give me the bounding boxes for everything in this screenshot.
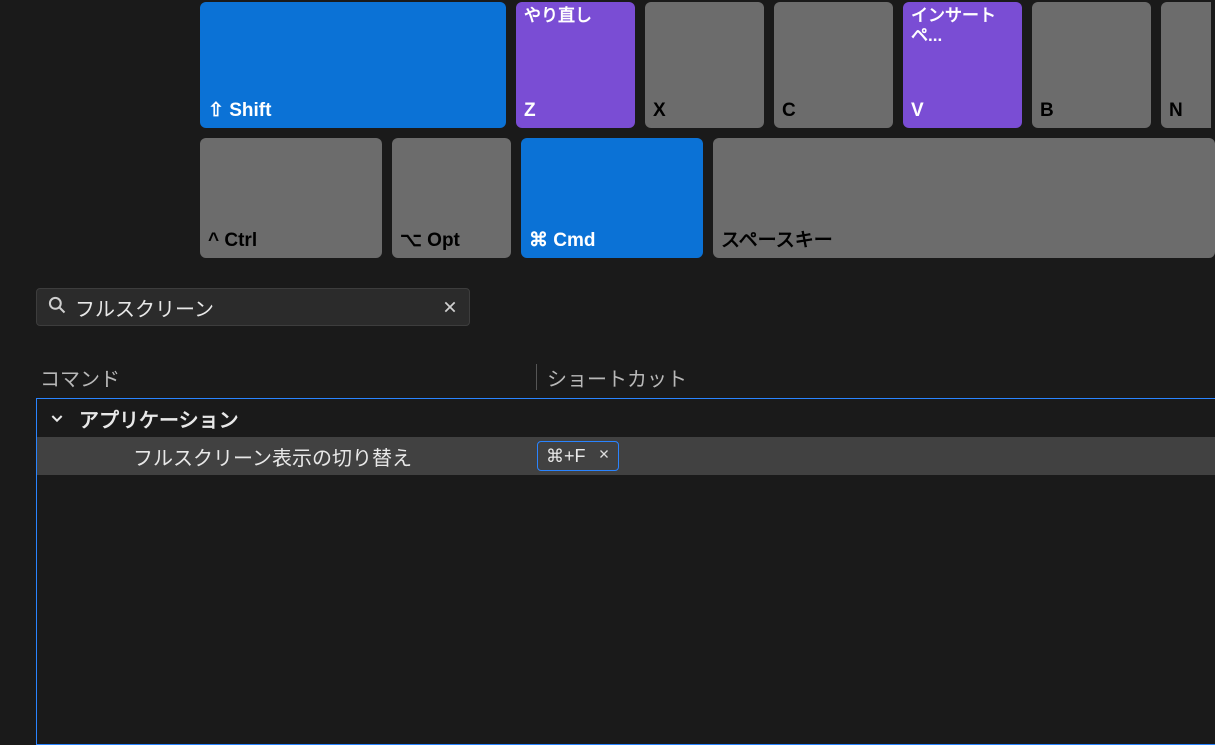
command-name: フルスクリーン表示の切り替え <box>133 442 537 471</box>
key-c[interactable]: C <box>774 2 893 128</box>
keyboard-area: ⇧ Shift やり直し Z X C インサートペ... V B N <box>200 2 1215 268</box>
key-label: N <box>1169 100 1203 122</box>
command-row[interactable]: フルスクリーン表示の切り替え ⌘+F <box>37 437 1215 475</box>
group-label: アプリケーション <box>79 404 239 433</box>
key-shift[interactable]: ⇧ Shift <box>200 2 506 128</box>
chevron-down-icon[interactable] <box>49 410 65 426</box>
key-label: Z <box>524 100 627 122</box>
group-row-application[interactable]: アプリケーション <box>37 399 1215 437</box>
key-label: ⌥ Opt <box>400 229 503 252</box>
key-x[interactable]: X <box>645 2 764 128</box>
search-input[interactable] <box>69 296 439 319</box>
key-b[interactable]: B <box>1032 2 1151 128</box>
key-ctrl[interactable]: ^ Ctrl <box>200 138 382 258</box>
column-command[interactable]: コマンド <box>40 363 536 392</box>
search-icon <box>47 295 69 320</box>
key-space[interactable]: スペースキー <box>713 138 1215 258</box>
shortcut-chip[interactable]: ⌘+F <box>537 441 619 471</box>
column-shortcut[interactable]: ショートカット <box>547 363 1215 392</box>
key-v[interactable]: インサートペ... V <box>903 2 1022 128</box>
key-action-label: インサートペ... <box>911 6 1016 45</box>
search-box[interactable] <box>36 288 470 326</box>
key-label: X <box>653 100 756 122</box>
key-action-label: やり直し <box>524 6 629 26</box>
key-cmd[interactable]: ⌘ Cmd <box>521 138 703 258</box>
key-z[interactable]: やり直し Z <box>516 2 635 128</box>
key-n[interactable]: N <box>1161 2 1211 128</box>
clear-search-icon[interactable] <box>439 296 461 318</box>
remove-shortcut-icon[interactable] <box>598 447 610 465</box>
shortcut-text: ⌘+F <box>546 446 586 467</box>
key-label: スペースキー <box>721 225 1207 252</box>
key-label: ⇧ Shift <box>208 99 498 122</box>
command-list[interactable]: アプリケーション フルスクリーン表示の切り替え ⌘+F <box>36 398 1215 745</box>
key-label: ^ Ctrl <box>208 230 374 252</box>
key-opt[interactable]: ⌥ Opt <box>392 138 511 258</box>
key-label: V <box>911 100 1014 122</box>
key-label: ⌘ Cmd <box>529 229 695 252</box>
key-label: C <box>782 100 885 122</box>
column-divider[interactable] <box>536 364 537 390</box>
key-label: B <box>1040 100 1143 122</box>
table-header: コマンド ショートカット <box>40 362 1215 392</box>
